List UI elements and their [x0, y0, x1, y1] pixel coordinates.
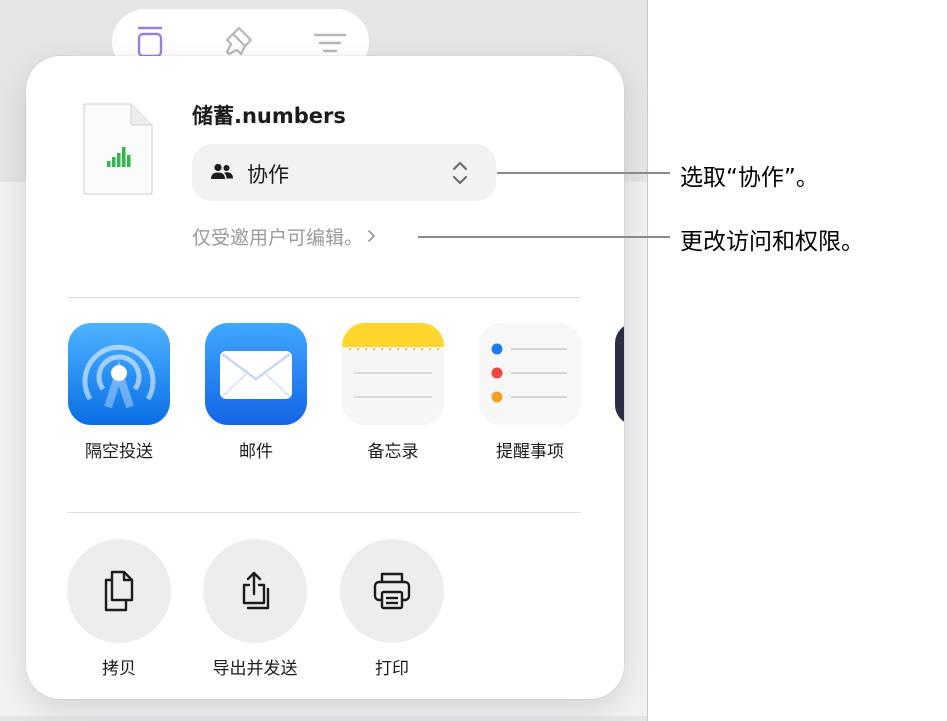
callout-collaboration: 选取“协作”。: [680, 165, 819, 191]
airdrop-app[interactable]: [68, 323, 170, 425]
copy-icon: [104, 570, 134, 612]
reminders-app[interactable]: [479, 323, 581, 425]
callout-line-collaboration: [497, 172, 670, 174]
app-bottom-edge: [0, 716, 647, 721]
export-and-send-label: 导出并发送: [212, 659, 298, 679]
copy-button[interactable]: [67, 539, 171, 643]
collaboration-select[interactable]: 协作: [192, 144, 496, 201]
export-and-send-button[interactable]: [203, 539, 307, 643]
reminders-label: 提醒事项: [496, 442, 564, 462]
print-label: 打印: [375, 659, 409, 679]
print-button[interactable]: [340, 539, 444, 643]
divider: [67, 297, 581, 298]
notes-icon: [342, 323, 444, 425]
print-icon: [373, 572, 411, 610]
numbers-document-icon: [83, 103, 153, 195]
callout-access: 更改访问和权限。: [680, 229, 864, 255]
mail-label: 邮件: [239, 442, 273, 462]
airdrop-icon: [68, 323, 170, 425]
mail-app[interactable]: [205, 323, 307, 425]
access-permissions-link[interactable]: 仅受邀用户可编辑。: [192, 223, 377, 250]
chevron-right-icon: [368, 230, 375, 242]
copy-label: 拷贝: [102, 659, 136, 679]
more-app-partial[interactable]: [615, 323, 624, 425]
access-summary-text: 仅受邀用户可编辑。: [192, 227, 364, 249]
divider: [67, 512, 581, 513]
airdrop-label: 隔空投送: [85, 442, 153, 462]
document-title: 储蓄.numbers: [192, 104, 346, 128]
notes-app[interactable]: [342, 323, 444, 425]
notes-label: 备忘录: [367, 442, 419, 462]
screenshot-edge: [647, 0, 648, 721]
people-icon: [211, 163, 233, 179]
collaboration-value: 协作: [247, 163, 289, 187]
mail-icon: [205, 323, 307, 425]
share-sheet: 储蓄.numbers 协作 仅受邀用户可编辑。 隔空投送 邮件 备忘录 提醒事项…: [26, 56, 624, 699]
up-down-chevron-icon: [452, 161, 468, 185]
reminders-icon: [479, 323, 581, 425]
callout-line-access: [418, 236, 670, 238]
export-icon: [242, 571, 270, 610]
